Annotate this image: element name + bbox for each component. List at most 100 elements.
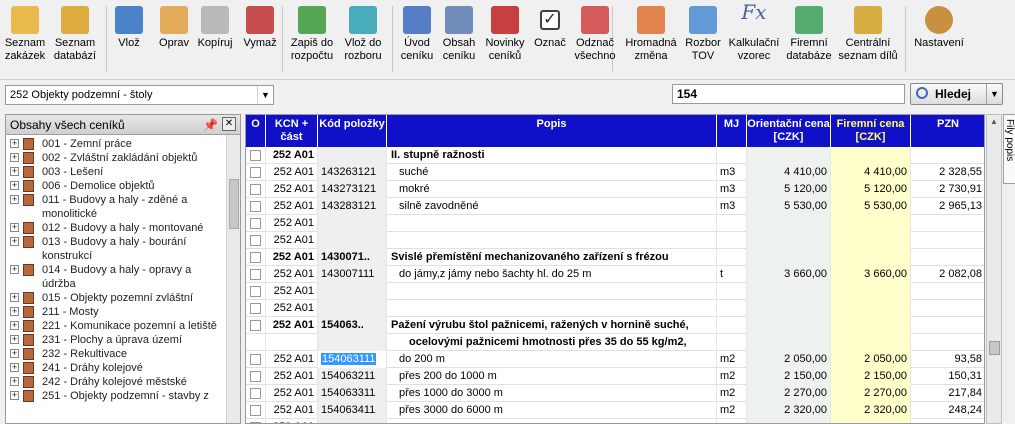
table-row[interactable]: 252 A01 <box>246 283 984 300</box>
row-checkbox[interactable] <box>250 218 261 229</box>
table-row[interactable]: 252 A01 <box>246 232 984 249</box>
column-header[interactable]: MJ <box>717 115 747 147</box>
table-row[interactable]: 252 A01 <box>246 300 984 317</box>
column-header[interactable]: KCN + část <box>266 115 318 147</box>
expand-icon[interactable]: + <box>10 237 19 246</box>
row-checkbox[interactable] <box>250 269 261 280</box>
toolbar-button-13[interactable]: Hromadná změna <box>622 6 680 78</box>
expand-icon[interactable]: + <box>10 223 19 232</box>
row-checkbox-cell[interactable] <box>246 300 266 317</box>
row-checkbox[interactable] <box>250 184 261 195</box>
toolbar-button-16[interactable]: Firemní databáze <box>785 6 833 78</box>
toolbar-button-0[interactable]: Seznam zakázek <box>3 6 47 78</box>
expand-icon[interactable]: + <box>10 265 19 274</box>
tree-item[interactable]: +015 - Objekty pozemní zvláštní <box>6 291 226 305</box>
toolbar-button-4[interactable]: Kopíruj <box>194 6 236 78</box>
row-checkbox-cell[interactable] <box>246 385 266 402</box>
tree-item[interactable]: +014 - Budovy a haly - opravy a údržba <box>6 263 226 291</box>
row-checkbox[interactable] <box>250 388 261 399</box>
row-checkbox-cell[interactable] <box>246 368 266 385</box>
row-checkbox[interactable] <box>250 371 261 382</box>
tree-item[interactable]: +242 - Dráhy kolejové městské <box>6 375 226 389</box>
toolbar-button-18[interactable]: Nastavení <box>911 6 967 78</box>
row-checkbox-cell[interactable] <box>246 317 266 334</box>
expand-icon[interactable]: + <box>10 153 19 162</box>
tree-item[interactable]: +011 - Budovy a haly - zděné a monolitic… <box>6 193 226 221</box>
row-checkbox[interactable] <box>250 286 261 297</box>
toolbar-button-14[interactable]: Rozbor TOV <box>682 6 724 78</box>
scroll-up-icon[interactable]: ▲ <box>990 117 998 126</box>
scrollbar-thumb[interactable] <box>229 179 239 229</box>
tree-item[interactable]: +003 - Lešení <box>6 165 226 179</box>
expand-icon[interactable]: + <box>10 377 19 386</box>
search-button[interactable]: Hledej ▼ <box>910 83 1003 105</box>
column-header[interactable]: Popis <box>387 115 717 147</box>
expand-icon[interactable]: + <box>10 293 19 302</box>
toolbar-button-17[interactable]: Centrální seznam dílů <box>832 6 904 78</box>
close-icon[interactable]: ✕ <box>222 117 236 131</box>
expand-icon[interactable]: + <box>10 363 19 372</box>
table-row[interactable]: 252 A01 154063111 do 200 m m2 2 050,00 2 050,… <box>246 351 984 368</box>
table-row[interactable]: 252 A01 1430071.. Svislé přemístění mechan… <box>246 249 984 266</box>
tree-item[interactable]: +211 - Mosty <box>6 305 226 319</box>
expand-icon[interactable]: + <box>10 167 19 176</box>
tree-item[interactable]: +241 - Dráhy kolejové <box>6 361 226 375</box>
toolbar-button-12[interactable]: Odznač všechno <box>571 6 619 78</box>
column-header[interactable]: Kód položky <box>318 115 387 147</box>
tree-item[interactable]: +012 - Budovy a haly - montované <box>6 221 226 235</box>
row-checkbox-cell[interactable] <box>246 198 266 215</box>
tree-scrollbar[interactable] <box>226 135 240 423</box>
row-checkbox-cell[interactable] <box>246 164 266 181</box>
chevron-down-icon[interactable]: ▼ <box>257 86 273 104</box>
table-row[interactable]: 252 A01 154063411 přes 3000 do 6000 m m2 2 3… <box>246 402 984 419</box>
toolbar-button-7[interactable]: Vlož do rozboru <box>339 6 387 78</box>
expand-icon[interactable]: + <box>10 321 19 330</box>
table-row[interactable]: 252 A01 143283121 silně zavodněné m3 5 530,0… <box>246 198 984 215</box>
table-row[interactable]: 252 A01 <box>246 215 984 232</box>
tree-item[interactable]: +221 - Komunikace pozemní a letiště <box>6 319 226 333</box>
row-checkbox-cell[interactable] <box>246 402 266 419</box>
toolbar-button-9[interactable]: Obsah ceníku <box>440 6 478 78</box>
table-row[interactable]: 252 A01 154063.. Pažení výrubu štol pažnic… <box>246 317 984 334</box>
table-row[interactable]: ocelovými pažnicemi hmotnosti přes 35 do… <box>246 334 984 351</box>
grid-scrollbar[interactable]: ▲ <box>986 114 1002 424</box>
row-checkbox[interactable] <box>250 405 261 416</box>
toolbar-button-11[interactable]: ✓ Označ <box>532 6 568 78</box>
expand-icon[interactable]: + <box>10 391 19 400</box>
row-checkbox-cell[interactable] <box>246 232 266 249</box>
row-checkbox-cell[interactable] <box>246 351 266 368</box>
expand-icon[interactable]: + <box>10 181 19 190</box>
row-checkbox[interactable] <box>250 303 261 314</box>
toolbar-button-5[interactable]: Vymaž <box>240 6 280 78</box>
row-checkbox[interactable] <box>250 201 261 212</box>
tree-item[interactable]: +006 - Demolice objektů <box>6 179 226 193</box>
table-row[interactable]: 252 A01 143263121 suché m3 4 410,00 4 410,00 2… <box>246 164 984 181</box>
row-checkbox-cell[interactable] <box>246 283 266 300</box>
row-checkbox-cell[interactable] <box>246 419 266 423</box>
table-row[interactable]: 252 A01 143273121 mokré m3 5 120,00 5 120,00 2… <box>246 181 984 198</box>
row-checkbox-cell[interactable] <box>246 215 266 232</box>
expand-icon[interactable]: + <box>10 139 19 148</box>
tree-item[interactable]: +002 - Zvláštní zakládání objektů <box>6 151 226 165</box>
row-checkbox-cell[interactable] <box>246 334 266 351</box>
toolbar-button-15[interactable]: Fx Kalkulační vzorec <box>726 2 782 78</box>
table-row[interactable]: 252 A01 <box>246 419 984 423</box>
tree-item[interactable]: +001 - Zemní práce <box>6 137 226 151</box>
table-row[interactable]: 252 A01 II. stupně ražnosti <box>246 147 984 164</box>
row-checkbox-cell[interactable] <box>246 181 266 198</box>
row-checkbox-cell[interactable] <box>246 266 266 283</box>
toolbar-button-8[interactable]: Úvod ceníku <box>398 6 436 78</box>
row-checkbox-cell[interactable] <box>246 249 266 266</box>
chevron-down-icon[interactable]: ▼ <box>986 84 1002 104</box>
toolbar-button-3[interactable]: Oprav <box>154 6 194 78</box>
tree-item[interactable]: +251 - Objekty podzemní - stavby z <box>6 389 226 403</box>
pricelist-select[interactable]: 252 Objekty podzemní - štoly ▼ <box>5 85 274 105</box>
table-row[interactable]: 252 A01 154063211 přes 200 do 1000 m m2 2 15… <box>246 368 984 385</box>
tree-item[interactable]: +231 - Plochy a úprava území <box>6 333 226 347</box>
search-input[interactable]: 154 <box>672 84 905 104</box>
column-header[interactable]: Orientační cena [CZK] <box>747 115 831 147</box>
pin-icon[interactable]: 📌 <box>203 118 218 132</box>
scrollbar-thumb[interactable] <box>989 341 1000 355</box>
side-tab[interactable]: Fily popis <box>1003 114 1015 184</box>
row-checkbox[interactable] <box>250 354 261 365</box>
